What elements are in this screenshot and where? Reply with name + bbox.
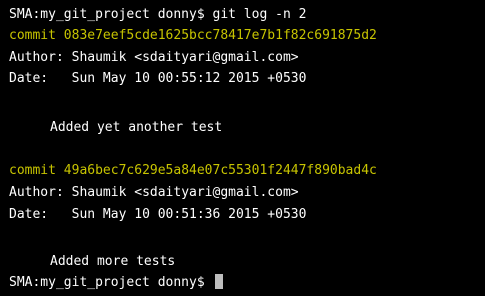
shell-prompt: SMA:my_git_project donny$ [9,275,205,290]
terminal-cursor [214,274,223,289]
date-value: Sun May 10 00:55:12 2015 +0530 [71,71,307,86]
author-label: Author: [9,50,64,65]
date-label: Date: [9,207,49,222]
commit-label: commit [9,28,56,43]
commit-message-2: Added more tests [50,254,176,269]
author-value: Shaumik <sdaityari@gmail.com> [71,185,299,200]
commit-hash: 083e7eef5cde1625bcc78417e7b1f82c691875d2 [63,28,377,43]
commit-hash: 49a6bec7c629e5a84e07c55301f2447f890bad4c [63,163,377,178]
date-line-1: Date: Sun May 10 00:55:12 2015 +0530 [9,70,306,87]
terminal-window[interactable]: SMA:my_git_project donny$ git log -n 2 c… [0,0,485,296]
author-line-1: Author: Shaumik <sdaityari@gmail.com> [9,49,299,66]
final-prompt-line[interactable]: SMA:my_git_project donny$ [9,274,223,291]
git-command: git log -n 2 [212,7,307,22]
author-line-2: Author: Shaumik <sdaityari@gmail.com> [9,184,299,201]
commit-label: commit [9,163,56,178]
commit-line-1: commit 083e7eef5cde1625bcc78417e7b1f82c6… [9,27,377,44]
date-line-2: Date: Sun May 10 00:51:36 2015 +0530 [9,206,306,223]
date-value: Sun May 10 00:51:36 2015 +0530 [71,207,307,222]
author-value: Shaumik <sdaityari@gmail.com> [71,50,299,65]
date-label: Date: [9,71,49,86]
commit-line-2: commit 49a6bec7c629e5a84e07c55301f2447f8… [9,162,377,179]
command-line: SMA:my_git_project donny$ git log -n 2 [9,6,306,23]
author-label: Author: [9,185,64,200]
commit-message-1: Added yet another test [50,120,223,135]
shell-prompt: SMA:my_git_project donny$ [9,7,205,22]
